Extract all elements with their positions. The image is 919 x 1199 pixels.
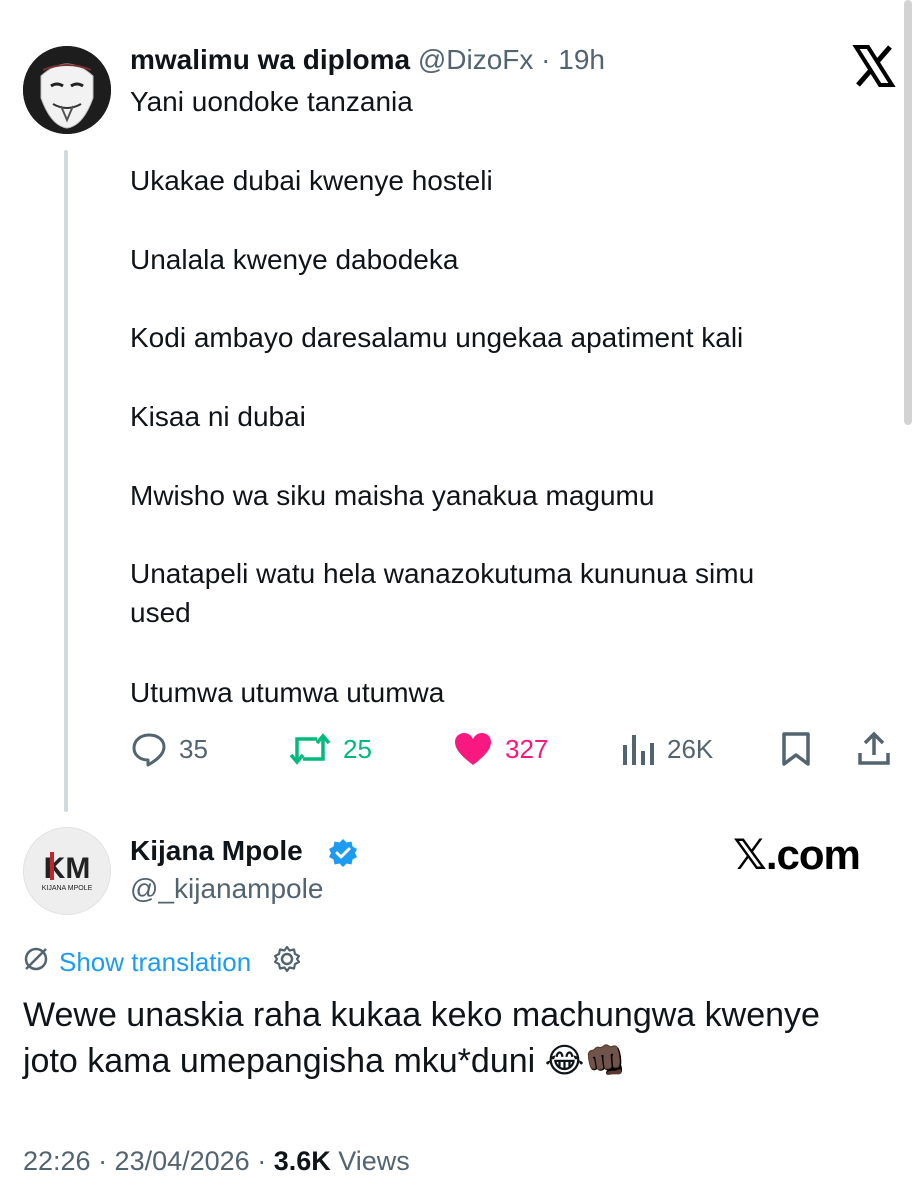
scrollbar[interactable] <box>904 0 912 425</box>
tweet-timestamp[interactable]: 22:26 · 23/04/2026 · <box>23 1146 274 1176</box>
tweet-view-count: 3.6K <box>273 1146 331 1176</box>
tweet-text-line: used <box>130 597 191 628</box>
repost-button[interactable]: 25 <box>289 727 372 771</box>
show-translation-link[interactable]: Show translation <box>59 947 251 978</box>
view-count: 26K <box>667 733 714 764</box>
avatar-logo-subtext: KIJANA MPOLE <box>42 885 93 892</box>
verified-badge-icon <box>328 838 358 868</box>
share-button[interactable] <box>856 727 892 771</box>
heart-icon <box>453 731 493 767</box>
repost-count: 25 <box>343 733 372 764</box>
reply-text-line-2-text: joto kama umepangisha mku*duni <box>23 1042 536 1080</box>
author-display-name[interactable]: mwalimu wa diploma <box>130 44 410 75</box>
reply-text-line: Wewe unaskia raha kukaa keko machungwa k… <box>23 996 820 1034</box>
tweet-text-line: Ukakae dubai kwenye hosteli <box>130 165 493 196</box>
share-icon <box>856 731 892 767</box>
reply-author-display-name[interactable]: Kijana Mpole <box>130 835 303 867</box>
like-count: 327 <box>505 733 549 764</box>
analytics-icon <box>621 731 655 767</box>
reply-text-line-2: joto kama umepangisha mku*duni 😂👊🏿 <box>23 1038 893 1084</box>
reply-author-handle[interactable]: @_kijanampole <box>130 873 323 905</box>
tweet-text-line: Mwisho wa siku maisha yanakua magumu <box>130 480 655 511</box>
tweet-author-row: mwalimu wa diploma @DizoFx · 19h <box>130 44 605 76</box>
tweet-text-line: Yani uondoke tanzania <box>130 86 413 117</box>
tweet-time[interactable]: 19h <box>558 44 605 75</box>
settings-gear-icon[interactable] <box>273 945 301 980</box>
tweet-meta-footer: 22:26 · 23/04/2026 · 3.6K Views <box>23 1146 410 1177</box>
tweet-text-line: Kodi ambayo daresalamu ungekaa apatiment… <box>130 322 744 353</box>
x-logo-icon <box>850 42 898 90</box>
reply-tweet-text: Wewe unaskia raha kukaa keko machungwa k… <box>23 992 893 1084</box>
like-button[interactable]: 327 <box>453 727 548 771</box>
views-button[interactable]: 26K <box>621 727 713 771</box>
tweet-text-line: Unatapeli watu hela wanazokutuma kununua… <box>130 558 755 589</box>
reply-icon <box>131 731 167 767</box>
repost-icon <box>289 731 331 767</box>
tweet-text-line: Utumwa utumwa utumwa <box>130 677 445 708</box>
tweet-text-line: Kisaa ni dubai <box>130 401 306 432</box>
author-handle[interactable]: @DizoFx <box>418 44 534 75</box>
avatar-anonymous-mask[interactable] <box>23 46 111 134</box>
x-com-watermark: 𝕏.com <box>733 831 861 878</box>
avatar-kijana-mpole[interactable]: KM KIJANA MPOLE <box>23 827 111 915</box>
tweet-text-line: Unalala kwenye dabodeka <box>130 244 459 275</box>
translation-row: Show translation <box>23 944 301 980</box>
reply-button[interactable]: 35 <box>131 727 208 771</box>
bookmark-icon <box>780 731 812 767</box>
dot-separator: · <box>541 44 551 75</box>
views-label: Views <box>330 1146 410 1176</box>
thread-line <box>64 150 68 812</box>
bookmark-button[interactable] <box>780 727 812 771</box>
emoji-sequence: 😂👊🏿 <box>544 1042 627 1080</box>
translate-globe-icon <box>23 946 49 979</box>
reply-count: 35 <box>179 733 208 764</box>
